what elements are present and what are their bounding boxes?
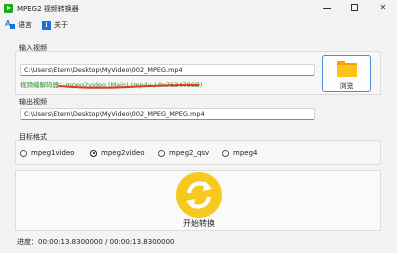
radio-mpeg4[interactable]: mpeg4	[222, 148, 257, 158]
radio-mpeg2video[interactable]: mpeg2video	[90, 148, 145, 158]
codec-underline-annotation	[58, 84, 199, 89]
app-window: MPEG2 视频转换器 ✕ 语言 i 关于 输入视频 C:\Users\Eter…	[0, 0, 397, 253]
info-icon: i	[42, 20, 51, 30]
title-bar[interactable]: MPEG2 视频转换器 ✕	[0, 0, 397, 17]
radio-label: mpeg2video	[101, 149, 145, 157]
browse-label: 浏览	[339, 82, 354, 90]
window-title: MPEG2 视频转换器	[17, 5, 79, 13]
menu-language-label: 语言	[18, 21, 32, 29]
radio-label: mpeg2_qsv	[169, 149, 210, 157]
minimize-icon	[323, 8, 331, 9]
close-icon: ✕	[379, 3, 387, 12]
language-icon	[5, 19, 15, 30]
maximize-button[interactable]	[341, 0, 369, 17]
progress-status: 进度：00:00:13.8300000 / 00:00:13.8300000	[17, 238, 175, 246]
radio-button[interactable]	[20, 149, 27, 157]
start-convert-label: 开始转换	[183, 219, 215, 228]
radio-label: mpeg1video	[31, 149, 75, 157]
minimize-button[interactable]	[313, 0, 341, 17]
browse-button[interactable]: 浏览	[322, 55, 371, 92]
radio-button[interactable]	[222, 149, 229, 157]
play-icon	[4, 4, 13, 13]
folder-icon	[337, 61, 357, 77]
convert-arrows-icon	[176, 172, 222, 218]
input-path-field[interactable]: C:\Users\Etern\Desktop\MyVideo\002_MPEG.…	[20, 64, 315, 76]
radio-button[interactable]	[158, 149, 165, 157]
output-section-label: 输出视频	[19, 98, 47, 106]
radio-button-selected[interactable]	[90, 149, 97, 157]
start-convert-button[interactable]: 开始转换	[174, 172, 224, 228]
radio-mpeg2-qsv[interactable]: mpeg2_qsv	[158, 148, 209, 158]
maximize-icon	[351, 4, 358, 11]
menu-about-label: 关于	[54, 21, 68, 29]
menu-language[interactable]: 语言	[5, 18, 32, 32]
output-path-field[interactable]: C:\Users\Etern\Desktop\MyVideo\002_MPEG_…	[20, 108, 315, 120]
radio-mpeg1video[interactable]: mpeg1video	[20, 148, 75, 158]
menu-bar: 语言 i 关于	[0, 17, 397, 34]
radio-label: mpeg4	[233, 149, 258, 157]
close-button[interactable]: ✕	[369, 0, 397, 17]
menu-about[interactable]: i 关于	[42, 18, 68, 32]
